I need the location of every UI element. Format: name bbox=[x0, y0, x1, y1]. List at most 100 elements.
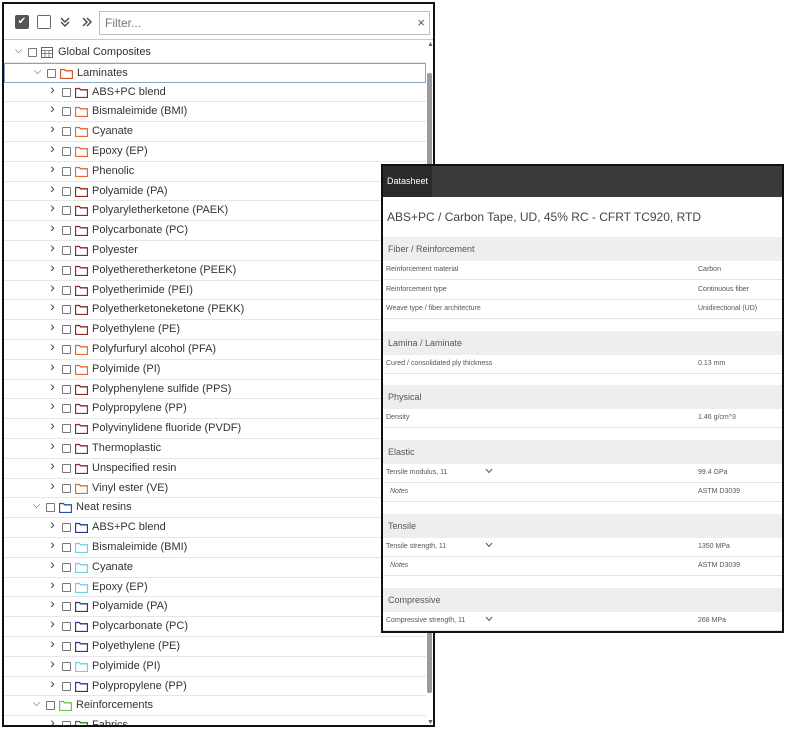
tree-item[interactable]: › Polyimide (PI) bbox=[4, 359, 426, 380]
filter-input[interactable] bbox=[100, 12, 406, 34]
chevron-right-icon[interactable]: › bbox=[48, 537, 57, 551]
chevron-right-icon[interactable]: › bbox=[48, 82, 57, 96]
row-checkbox[interactable] bbox=[62, 186, 71, 196]
row-checkbox[interactable] bbox=[62, 265, 71, 275]
row-checkbox[interactable] bbox=[62, 305, 71, 315]
chevron-right-icon[interactable]: › bbox=[48, 359, 57, 373]
chevron-right-icon[interactable]: › bbox=[48, 181, 57, 195]
row-checkbox[interactable] bbox=[62, 404, 71, 414]
chevron-right-icon[interactable]: › bbox=[48, 418, 57, 432]
row-checkbox[interactable] bbox=[62, 562, 71, 572]
row-checkbox[interactable] bbox=[62, 325, 71, 335]
tree-item[interactable]: › Fabrics bbox=[4, 715, 426, 725]
row-checkbox[interactable] bbox=[46, 503, 55, 513]
tree-item[interactable]: › Polypropylene (PP) bbox=[4, 676, 426, 697]
chevron-right-icon[interactable]: › bbox=[48, 478, 57, 492]
chevron-right-icon[interactable]: › bbox=[48, 101, 57, 115]
tree-item[interactable]: › Polycarbonate (PC) bbox=[4, 616, 426, 637]
tree-item[interactable]: › Cyanate bbox=[4, 121, 426, 142]
chevron-right-icon[interactable]: › bbox=[48, 240, 57, 254]
chevron-right-icon[interactable]: › bbox=[48, 636, 57, 650]
row-checkbox[interactable] bbox=[62, 661, 71, 671]
chevron-down-icon[interactable]: ⌵ bbox=[32, 501, 41, 511]
chevron-right-icon[interactable]: › bbox=[48, 656, 57, 670]
tree-item[interactable]: › ABS+PC blend bbox=[4, 517, 426, 538]
chevron-right-icon[interactable]: › bbox=[48, 616, 57, 630]
row-checkbox[interactable] bbox=[62, 523, 71, 533]
row-checkbox[interactable] bbox=[62, 246, 71, 255]
row-checkbox[interactable] bbox=[62, 384, 71, 394]
tab-datasheet[interactable]: Datasheet bbox=[383, 166, 432, 197]
select-all-checkbox-icon[interactable]: ✔ bbox=[15, 15, 29, 29]
chevron-down-icon[interactable] bbox=[485, 615, 493, 624]
tree-root[interactable]: ⌵ Global Composites bbox=[4, 43, 426, 63]
close-icon[interactable]: × bbox=[417, 15, 425, 31]
row-checkbox[interactable] bbox=[62, 622, 71, 632]
tree-item[interactable]: › Polyvinylidene fluoride (PVDF) bbox=[4, 418, 426, 439]
tree-item[interactable]: › Polyfurfuryl alcohol (PFA) bbox=[4, 339, 426, 360]
tree-item[interactable]: › Polyphenylene sulfide (PPS) bbox=[4, 379, 426, 400]
chevron-right-icon[interactable]: › bbox=[48, 339, 57, 353]
chevron-right-icon[interactable]: › bbox=[48, 141, 57, 155]
chevron-right-icon[interactable]: › bbox=[48, 220, 57, 234]
row-checkbox[interactable] bbox=[62, 107, 71, 117]
tree-item[interactable]: › Bismaleimide (BMI) bbox=[4, 101, 426, 123]
chevron-right-icon[interactable]: › bbox=[48, 398, 57, 412]
tree-item[interactable]: › Polyamide (PA) bbox=[4, 181, 426, 202]
chevron-right-icon[interactable]: › bbox=[48, 577, 57, 591]
row-checkbox[interactable] bbox=[62, 345, 71, 354]
row-checkbox[interactable] bbox=[62, 543, 71, 552]
row-checkbox[interactable] bbox=[62, 463, 71, 473]
tree-item[interactable]: › Epoxy (EP) bbox=[4, 577, 426, 598]
row-checkbox[interactable] bbox=[62, 721, 71, 725]
row-checkbox[interactable] bbox=[62, 87, 71, 97]
tree-item[interactable]: › Cyanate bbox=[4, 557, 426, 578]
tree-item[interactable]: › Polyethylene (PE) bbox=[4, 319, 426, 340]
chevron-right-icon[interactable]: › bbox=[48, 319, 57, 333]
row-checkbox[interactable] bbox=[62, 226, 71, 236]
chevron-right-icon[interactable]: › bbox=[48, 200, 57, 214]
tree-item[interactable]: › Polypropylene (PP) bbox=[4, 398, 426, 420]
chevron-down-icon[interactable]: ⌵ bbox=[32, 699, 41, 709]
chevron-right-icon[interactable]: › bbox=[48, 260, 57, 274]
tree-item[interactable]: › Polyester bbox=[4, 240, 426, 261]
tree-group[interactable]: ⌵ Laminates bbox=[4, 62, 426, 83]
deselect-all-checkbox-icon[interactable] bbox=[37, 15, 51, 29]
chevron-right-icon[interactable]: › bbox=[48, 458, 57, 472]
tree-item[interactable]: › Unspecified resin bbox=[4, 458, 426, 479]
row-checkbox[interactable] bbox=[62, 147, 71, 156]
row-checkbox[interactable] bbox=[62, 424, 71, 434]
tree-item[interactable]: › Polyetherketoneketone (PEKK) bbox=[4, 299, 426, 321]
tree-item[interactable]: › ABS+PC blend bbox=[4, 82, 426, 103]
tree-item[interactable]: › Polyethylene (PE) bbox=[4, 636, 426, 657]
tree-item[interactable]: › Polyaryletherketone (PAEK) bbox=[4, 200, 426, 222]
tree-item[interactable]: › Polyetherimide (PEI) bbox=[4, 280, 426, 301]
tree-item[interactable]: › Vinyl ester (VE) bbox=[4, 478, 426, 499]
chevron-right-icon[interactable]: › bbox=[48, 280, 57, 294]
tree-group[interactable]: ⌵ Neat resins bbox=[4, 498, 426, 519]
tree-item[interactable]: › Thermoplastic bbox=[4, 438, 426, 459]
row-checkbox[interactable] bbox=[62, 681, 71, 691]
row-checkbox[interactable] bbox=[62, 602, 71, 612]
chevron-down-icon[interactable] bbox=[485, 467, 493, 476]
tree-item[interactable]: › Polyamide (PA) bbox=[4, 596, 426, 618]
tree-item[interactable]: › Phenolic bbox=[4, 161, 426, 182]
row-checkbox[interactable] bbox=[62, 166, 71, 176]
chevron-right-icon[interactable]: › bbox=[48, 161, 57, 175]
tree-group[interactable]: ⌵ Reinforcements bbox=[4, 696, 426, 717]
tree-item[interactable]: › Bismaleimide (BMI) bbox=[4, 537, 426, 558]
chevron-right-icon[interactable]: › bbox=[48, 557, 57, 571]
chevron-right-icon[interactable]: › bbox=[48, 715, 57, 725]
row-checkbox[interactable] bbox=[28, 48, 37, 57]
tree-item[interactable]: › Polyetheretherketone (PEEK) bbox=[4, 260, 426, 281]
chevron-right-icon[interactable]: › bbox=[48, 676, 57, 690]
scroll-up-arrow-icon[interactable]: ▲ bbox=[427, 41, 433, 48]
chevron-right-icon[interactable]: › bbox=[48, 517, 57, 531]
row-checkbox[interactable] bbox=[62, 206, 71, 216]
chevron-right-icon[interactable]: › bbox=[48, 596, 57, 610]
chevron-right-icon[interactable]: › bbox=[48, 121, 57, 135]
chevron-down-icon[interactable] bbox=[485, 541, 493, 550]
tree-item[interactable]: › Polyimide (PI) bbox=[4, 656, 426, 677]
double-chevron-down-icon[interactable] bbox=[58, 15, 72, 29]
row-checkbox[interactable] bbox=[62, 444, 71, 453]
